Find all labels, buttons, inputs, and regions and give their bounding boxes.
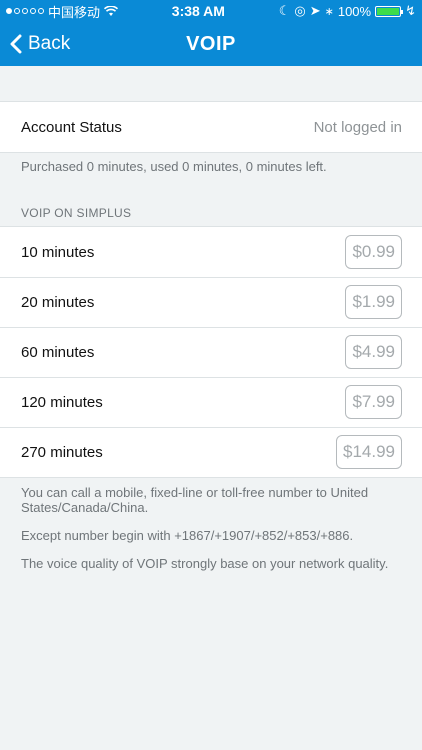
plan-label: 20 minutes bbox=[21, 293, 95, 311]
battery-icon bbox=[375, 5, 404, 17]
note-coverage: You can call a mobile, fixed-line or tol… bbox=[21, 485, 369, 515]
moon-icon: ☾ bbox=[278, 3, 291, 18]
note-quality: The voice quality of VOIP strongly base … bbox=[21, 556, 389, 571]
account-section: Account Status Not logged in bbox=[0, 101, 422, 153]
buy-price-button[interactable]: $0.99 bbox=[345, 235, 402, 269]
back-label: Back bbox=[28, 33, 71, 54]
plan-row: 10 minutes $0.99 bbox=[0, 227, 422, 277]
buy-price-button[interactable]: $14.99 bbox=[336, 435, 402, 469]
rotation-lock-icon: ◎ bbox=[294, 3, 306, 18]
account-status-value: Not logged in bbox=[313, 118, 402, 136]
plan-label: 60 minutes bbox=[21, 343, 95, 361]
back-button[interactable]: Back bbox=[10, 22, 70, 66]
plan-label: 120 minutes bbox=[21, 393, 103, 411]
buy-price-button[interactable]: $4.99 bbox=[345, 335, 402, 369]
location-arrow-icon: ➤ bbox=[309, 3, 321, 18]
wifi-icon bbox=[104, 5, 119, 16]
info-notes: You can call a mobile, fixed-line or tol… bbox=[0, 478, 422, 571]
clock: 3:38 AM bbox=[171, 3, 225, 19]
account-status-row[interactable]: Account Status Not logged in bbox=[0, 102, 422, 152]
plan-label: 10 minutes bbox=[21, 243, 95, 261]
charging-icon: ↯ bbox=[405, 3, 416, 18]
battery-percent: 100% bbox=[337, 3, 372, 19]
signal-strength-icon bbox=[6, 8, 44, 14]
section-header-voip-plans: VOIP ON SIMPLUS bbox=[21, 206, 132, 220]
note-exceptions: Except number begin with +1867/+1907/+85… bbox=[21, 528, 354, 543]
status-bar: 中国移动 3:38 AM ☾ ◎ ➤ ∗ 100% ↯ bbox=[0, 0, 422, 22]
chevron-left-icon bbox=[10, 34, 22, 54]
plan-label: 270 minutes bbox=[21, 443, 103, 461]
plan-row: 20 minutes $1.99 bbox=[0, 277, 422, 327]
navigation-bar: Back VOIP bbox=[0, 22, 422, 66]
purchase-summary: Purchased 0 minutes, used 0 minutes, 0 m… bbox=[21, 159, 327, 174]
plan-row: 60 minutes $4.99 bbox=[0, 327, 422, 377]
buy-price-button[interactable]: $1.99 bbox=[345, 285, 402, 319]
plans-section: 10 minutes $0.99 20 minutes $1.99 60 min… bbox=[0, 226, 422, 478]
buy-price-button[interactable]: $7.99 bbox=[345, 385, 402, 419]
account-status-label: Account Status bbox=[21, 118, 122, 136]
page-title: VOIP bbox=[186, 32, 236, 55]
plan-row: 120 minutes $7.99 bbox=[0, 377, 422, 427]
bluetooth-icon: ∗ bbox=[324, 5, 334, 18]
carrier-name: 中国移动 bbox=[48, 4, 101, 20]
plan-row: 270 minutes $14.99 bbox=[0, 427, 422, 477]
